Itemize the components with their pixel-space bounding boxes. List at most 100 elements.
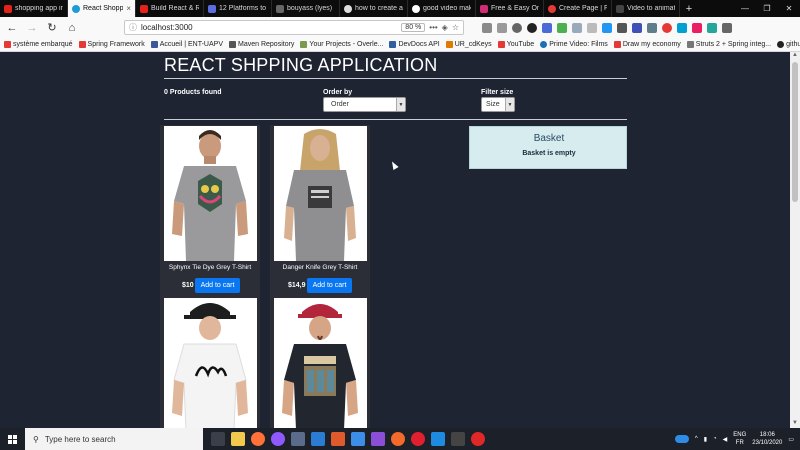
- pocket-icon[interactable]: ◈: [442, 23, 448, 32]
- forward-arrow-icon[interactable]: →: [24, 20, 40, 36]
- order-by-select[interactable]: Order ▼: [323, 97, 406, 112]
- volume-icon[interactable]: ◀: [723, 436, 728, 443]
- bookmark-item[interactable]: Spring Framework: [78, 41, 145, 48]
- bookmark-item[interactable]: Maven Repository: [229, 41, 294, 48]
- product-image[interactable]: [274, 126, 367, 261]
- bookmark-item[interactable]: DevDocs API: [389, 41, 440, 48]
- tab-12-platforms[interactable]: 12 Platforms to: [204, 0, 272, 17]
- product-image[interactable]: [274, 298, 367, 428]
- window-controls: — ❐ ✕: [734, 0, 800, 17]
- minimize-button[interactable]: —: [734, 0, 756, 17]
- filter-size-label: Filter size: [481, 89, 514, 96]
- bookmark-item[interactable]: github: [777, 41, 800, 48]
- account-icon[interactable]: [512, 22, 522, 33]
- menu-icon[interactable]: [722, 22, 732, 33]
- app-icon[interactable]: [291, 432, 305, 446]
- bookmark-favicon-icon: [78, 41, 86, 48]
- bookmark-item[interactable]: Accueil | ENT-UAPV: [150, 41, 223, 48]
- bookmark-item[interactable]: YouTube: [497, 41, 534, 48]
- firefox-icon[interactable]: [271, 432, 285, 446]
- filter-size-select[interactable]: Size ▼: [481, 97, 515, 112]
- bookmark-star-icon[interactable]: ☆: [452, 23, 459, 32]
- extension-icon[interactable]: [557, 22, 567, 33]
- extension-icon[interactable]: [617, 22, 627, 33]
- extension-icon[interactable]: [587, 22, 597, 33]
- firefox-icon[interactable]: [251, 432, 265, 446]
- extension-icon[interactable]: [542, 22, 552, 33]
- bookmark-item[interactable]: Struts 2 + Spring integ...: [686, 41, 771, 48]
- extension-icon[interactable]: [677, 22, 687, 33]
- tab-react-shopping[interactable]: React Shopp ×: [68, 0, 136, 17]
- page-actions-icon[interactable]: •••: [429, 23, 437, 32]
- extension-icon[interactable]: [632, 22, 642, 33]
- tab-good-video[interactable]: good video mak: [408, 0, 476, 17]
- onedrive-icon[interactable]: [674, 435, 689, 443]
- sidebar-icon[interactable]: [497, 22, 507, 33]
- home-icon[interactable]: ⌂: [64, 20, 80, 36]
- close-tab-icon[interactable]: ×: [126, 4, 131, 13]
- site-info-icon[interactable]: ⓘ: [129, 22, 137, 33]
- taskbar-search[interactable]: ⚲ Type here to search: [25, 428, 203, 450]
- scroll-down-icon[interactable]: ▼: [790, 420, 800, 428]
- tab-how-to-create[interactable]: how to create a: [340, 0, 408, 17]
- file-explorer-icon[interactable]: [231, 432, 245, 446]
- back-arrow-icon[interactable]: ←: [4, 20, 20, 36]
- bookmark-item[interactable]: Your Projects - Overle...: [300, 41, 383, 48]
- library-icon[interactable]: [482, 22, 492, 33]
- app-icon[interactable]: [391, 432, 405, 446]
- bookmark-item[interactable]: système embarqué: [4, 41, 73, 48]
- app-icon[interactable]: [351, 432, 365, 446]
- network-icon[interactable]: ◔: [713, 436, 717, 442]
- opera-icon[interactable]: [411, 432, 425, 446]
- tab-build-react[interactable]: Build React & R: [136, 0, 204, 17]
- clock[interactable]: 18:06 23/10/2020: [752, 431, 782, 447]
- site-icon: [208, 4, 216, 13]
- address-bar[interactable]: ⓘ localhost:3000 80 % ••• ◈ ☆: [124, 20, 464, 35]
- task-view-icon[interactable]: [211, 432, 225, 446]
- scroll-up-icon[interactable]: ▲: [790, 52, 800, 60]
- tab-shopping-app[interactable]: shopping app in: [0, 0, 68, 17]
- tab-free-easy[interactable]: Free & Easy Onl: [476, 0, 544, 17]
- record-icon[interactable]: [471, 432, 485, 446]
- extension-icon[interactable]: [707, 22, 717, 33]
- new-tab-button[interactable]: +: [680, 0, 698, 17]
- basket-title: Basket: [533, 133, 565, 144]
- notifications-icon[interactable]: ▭: [788, 436, 794, 443]
- product-image[interactable]: [164, 298, 257, 428]
- extension-icon[interactable]: [572, 22, 582, 33]
- extension-icon[interactable]: [662, 22, 672, 33]
- terminal-icon[interactable]: [451, 432, 465, 446]
- product-image[interactable]: [164, 126, 257, 261]
- scrollbar-thumb[interactable]: [792, 62, 798, 202]
- reload-icon[interactable]: ↻: [44, 20, 60, 36]
- chevron-up-icon[interactable]: ^: [695, 436, 698, 442]
- maximize-button[interactable]: ❐: [756, 0, 778, 17]
- chevron-down-icon: ▼: [396, 98, 405, 111]
- filter-size-value: Size: [486, 101, 500, 108]
- close-window-button[interactable]: ✕: [778, 0, 800, 17]
- search-placeholder: Type here to search: [44, 434, 116, 444]
- extension-icon[interactable]: [602, 22, 612, 33]
- tab-bouyass[interactable]: bouyass (lyes): [272, 0, 340, 17]
- app-icon[interactable]: [331, 432, 345, 446]
- extension-icon[interactable]: [647, 22, 657, 33]
- battery-icon[interactable]: ▮: [704, 436, 707, 443]
- language-indicator[interactable]: ENG FR: [733, 431, 746, 447]
- app-icon[interactable]: [371, 432, 385, 446]
- tab-create-page[interactable]: Create Page | Fr: [544, 0, 612, 17]
- mail-icon[interactable]: [311, 432, 325, 446]
- zoom-badge[interactable]: 80 %: [401, 23, 426, 32]
- bookmark-item[interactable]: UR_cdKeys: [445, 41, 492, 48]
- add-to-cart-button[interactable]: Add to cart: [307, 278, 352, 293]
- vscode-icon[interactable]: [431, 432, 445, 446]
- add-to-cart-button[interactable]: Add to cart: [195, 278, 240, 293]
- divider: [164, 119, 627, 120]
- tab-video-to-animat[interactable]: Video to animat: [612, 0, 680, 17]
- product-card: [160, 297, 260, 428]
- page-scrollbar[interactable]: ▲ ▼: [790, 52, 800, 428]
- extension-icon[interactable]: [692, 22, 702, 33]
- extension-icon[interactable]: [527, 22, 537, 33]
- bookmark-item[interactable]: Draw my economy: [613, 41, 681, 48]
- bookmark-item[interactable]: Prime Video: Films: [540, 41, 608, 48]
- start-button[interactable]: [0, 428, 25, 450]
